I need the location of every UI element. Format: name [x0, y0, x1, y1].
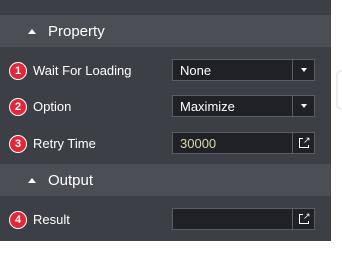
wait-for-loading-dropdown-button[interactable] [292, 60, 314, 80]
wait-for-loading-row: 1 Wait For Loading None [0, 56, 331, 86]
chevron-up-icon[interactable] [28, 28, 36, 34]
step-badge-3: 3 [9, 135, 27, 153]
property-section-title: Property [48, 22, 105, 40]
background-decoration [336, 70, 342, 110]
chevron-down-icon [300, 68, 307, 72]
retry-time-label: Retry Time [33, 136, 96, 151]
output-section-title: Output [48, 171, 94, 189]
retry-time-input[interactable]: 30000 ↗ [172, 132, 315, 154]
result-input[interactable]: ↗ [172, 208, 315, 230]
property-section-header[interactable]: Property [0, 15, 331, 47]
chevron-down-icon [300, 104, 307, 108]
option-dropdown-button[interactable] [292, 96, 314, 116]
property-panel: Property 1 Wait For Loading None 2 Optio… [0, 0, 331, 241]
chevron-up-icon[interactable] [28, 177, 36, 183]
retry-time-expand-button[interactable]: ↗ [292, 133, 314, 153]
option-label: Option [33, 99, 72, 114]
step-badge-1: 1 [9, 62, 27, 80]
retry-time-row: 3 Retry Time 30000 ↗ [0, 129, 331, 159]
output-section-header[interactable]: Output [0, 164, 331, 196]
option-row: 2 Option Maximize [0, 92, 331, 122]
result-label: Result [33, 212, 70, 227]
result-row: 4 Result ↗ [0, 205, 331, 235]
wait-for-loading-value: None [180, 63, 212, 78]
wait-for-loading-select[interactable]: None [172, 59, 315, 81]
option-select[interactable]: Maximize [172, 95, 315, 117]
step-badge-2: 2 [9, 98, 27, 116]
option-value: Maximize [180, 99, 235, 114]
step-badge-4: 4 [9, 211, 27, 229]
retry-time-value: 30000 [180, 136, 217, 151]
wait-for-loading-label: Wait For Loading [33, 63, 132, 78]
result-expand-button[interactable]: ↗ [292, 209, 314, 229]
